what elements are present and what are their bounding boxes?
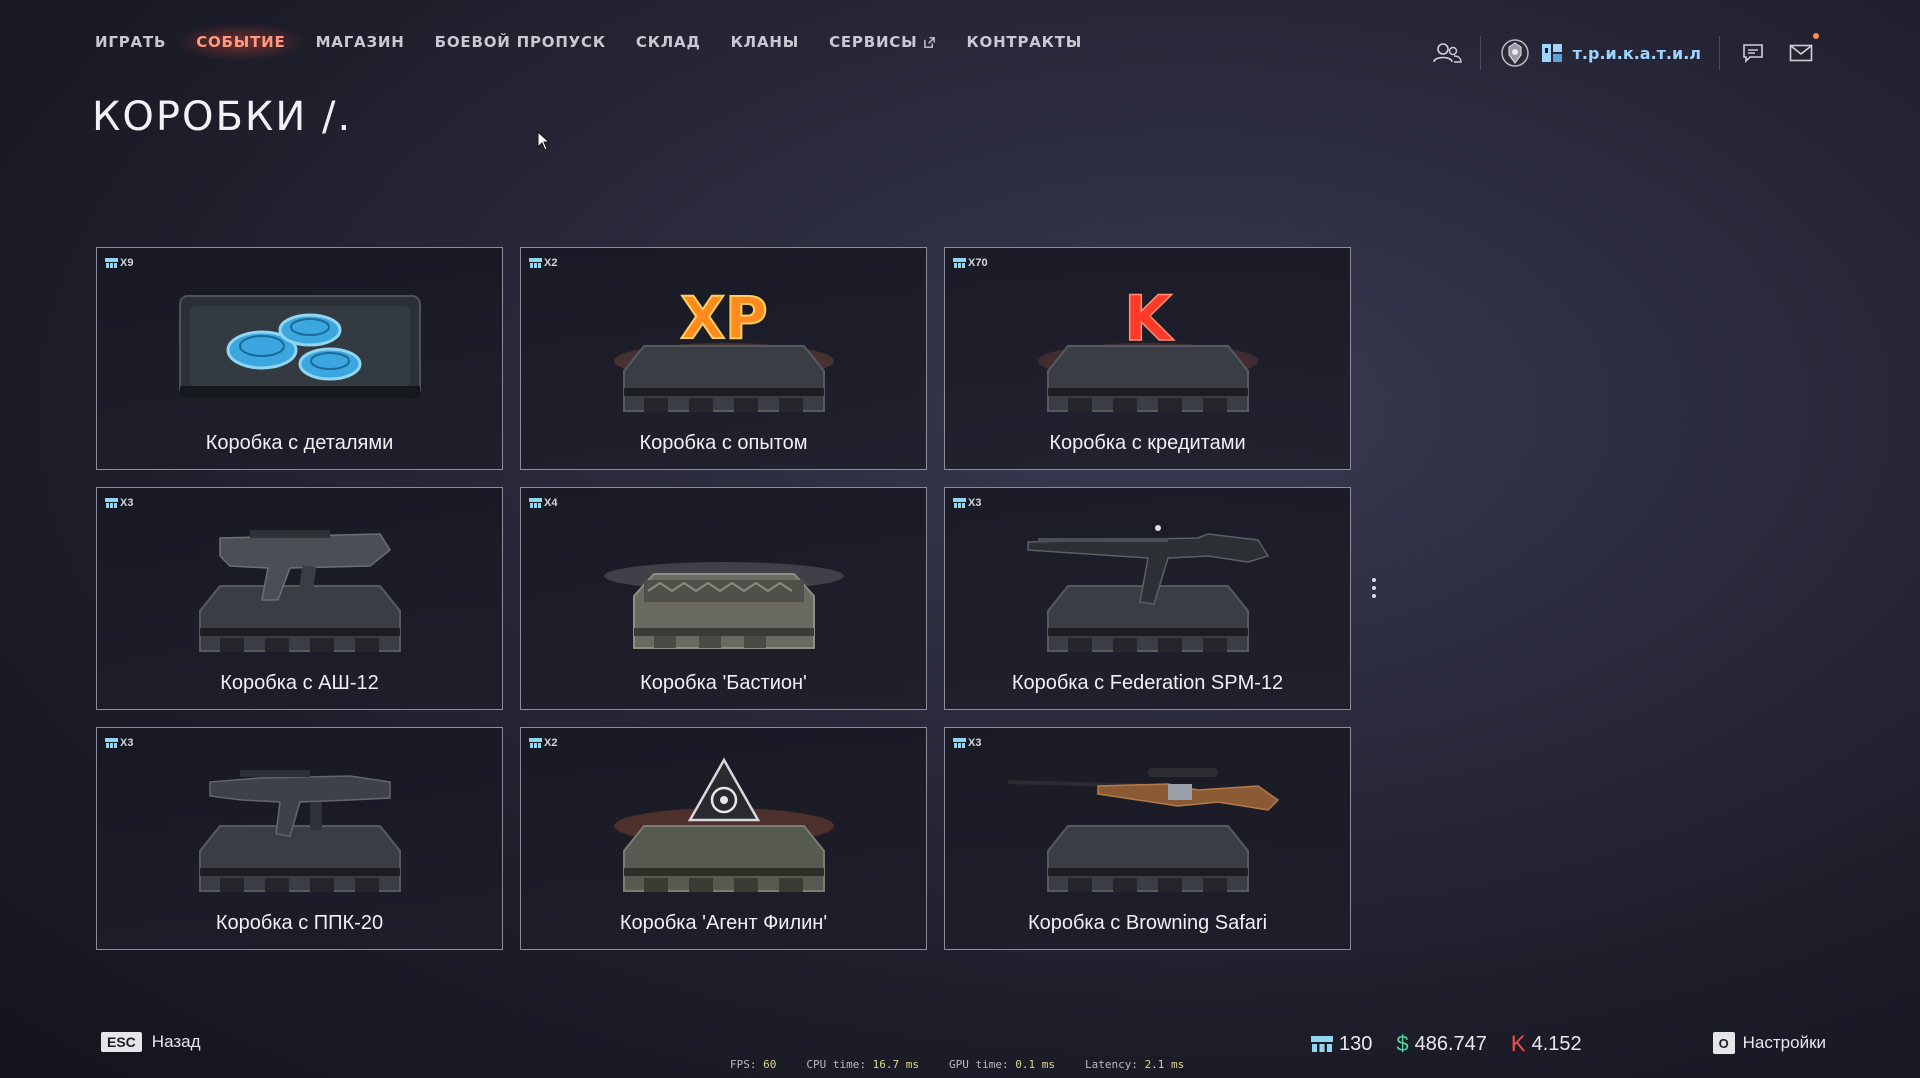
chat-button[interactable]: [1738, 38, 1768, 68]
credits-icon: K: [1510, 1031, 1526, 1056]
crate-card-credits[interactable]: X70 K Коробка с кредитами: [944, 247, 1351, 470]
rifle-crate-icon: [198, 530, 401, 652]
crate-small-icon: [105, 498, 118, 508]
crate-count: X3: [105, 497, 133, 509]
svg-text:K: K: [1123, 282, 1173, 355]
crate-count: X4: [529, 497, 557, 509]
crate-small-icon: [105, 258, 118, 268]
profile-button[interactable]: т.р.и.к.а.т.и.л: [1499, 37, 1701, 69]
mail-button[interactable]: [1786, 33, 1819, 68]
crate-count: X3: [953, 497, 981, 509]
crate-label: Коробка с опытом: [639, 432, 808, 454]
performance-overlay: FPS: 60 CPU time: 16.7 ms GPU time: 0.1 …: [730, 1058, 1184, 1071]
notification-dot: [1813, 33, 1819, 39]
settings-key-hint: O: [1712, 1032, 1735, 1054]
crate-label: Коробка с ППК-20: [215, 912, 384, 934]
crate-count: X2: [529, 257, 557, 269]
credits-currency: K 4.152: [1510, 1031, 1582, 1056]
top-nav: ИГРАТЬ СОБЫТИЕ МАГАЗИН БОЕВОЙ ПРОПУСК СК…: [95, 23, 1082, 61]
nav-services-label: СЕРВИСЫ: [829, 33, 918, 51]
chat-icon: [1743, 44, 1763, 63]
crate-card-spm12[interactable]: X3 Коробка с Federation SPM-12: [944, 487, 1351, 710]
crate-small-icon: [529, 498, 542, 508]
friends-button[interactable]: [1432, 38, 1462, 68]
crate-label: Коробка с Federation SPM-12: [1011, 672, 1284, 694]
crate-label: Коробка с деталями: [205, 432, 394, 454]
nav-shop[interactable]: МАГАЗИН: [316, 33, 405, 51]
nav-services[interactable]: СЕРВИСЫ: [829, 33, 936, 51]
crate-small-icon: [953, 738, 966, 748]
currency-bar: 130 $ 486.747 K 4.152: [1311, 1031, 1582, 1057]
crate-card-parts[interactable]: X9 Коробка с деталями: [96, 247, 503, 470]
bastion-crate-icon: [603, 562, 844, 649]
credits-crate-icon: K: [1037, 281, 1258, 412]
crate-card-browning[interactable]: X3 Коробка с Browning Safari: [944, 727, 1351, 950]
nav-warehouse[interactable]: СКЛАД: [636, 33, 701, 51]
mail-icon: [1789, 44, 1813, 62]
crate-count: X70: [953, 257, 988, 269]
money-icon: $: [1396, 1031, 1409, 1056]
smg-crate-icon: [198, 770, 401, 892]
page-title: КОРОБКИ /.: [92, 94, 353, 140]
crate-card-bastion[interactable]: X4 Коробка 'Бастион': [520, 487, 927, 710]
divider: [1479, 36, 1481, 70]
crate-grid: X9 Коробка с деталями X2 XP Коробка с оп…: [96, 247, 1351, 950]
crate-small-icon: [105, 738, 118, 748]
clan-icon: [1541, 44, 1562, 62]
crate-card-ppk20[interactable]: X3 Коробка с ППК-20: [96, 727, 503, 950]
settings-button[interactable]: O Настройки: [1712, 1032, 1826, 1054]
crate-small-icon: [529, 258, 542, 268]
shotgun-crate-icon: [1026, 525, 1269, 652]
cpu-time-readout: CPU time: 16.7 ms: [806, 1058, 919, 1071]
friends-icon: [1432, 43, 1462, 63]
divider: [1719, 36, 1720, 70]
sniper-crate-icon: [1007, 768, 1279, 892]
crate-label: Коробка с кредитами: [1049, 432, 1246, 454]
nav-event[interactable]: СОБЫТИЕ: [176, 23, 307, 61]
external-link-icon: [924, 36, 936, 48]
crate-count: X9: [105, 257, 133, 269]
back-button[interactable]: ESC Назад: [101, 1032, 201, 1052]
crate-currency: 130: [1311, 1033, 1372, 1056]
rank-badge-icon: [1500, 39, 1529, 67]
agent-crate-icon: [613, 757, 834, 892]
player-nickname: т.р.и.к.а.т.и.л: [1572, 43, 1701, 63]
mouse-cursor-icon: [537, 131, 551, 151]
crate-count: X3: [105, 737, 133, 749]
scrollbar[interactable]: [1372, 578, 1376, 598]
gpu-time-readout: GPU time: 0.1 ms: [948, 1058, 1055, 1071]
crate-count: X3: [953, 737, 981, 749]
crate-card-ash12[interactable]: X3 Коробка с АШ-12: [96, 487, 503, 710]
crate-card-xp[interactable]: X2 XP Коробка с опытом: [520, 247, 927, 470]
back-label: Назад: [151, 1032, 201, 1051]
nav-contracts[interactable]: КОНТРАКТЫ: [966, 33, 1082, 51]
crate-label: Коробка с АШ-12: [220, 672, 379, 694]
crate-currency-icon: [1311, 1036, 1333, 1052]
crate-small-icon: [529, 738, 542, 748]
svg-text:XP: XP: [680, 284, 767, 352]
nav-battle-pass[interactable]: БОЕВОЙ ПРОПУСК: [435, 33, 606, 51]
xp-crate-icon: XP: [613, 283, 834, 412]
esc-key-hint: ESC: [101, 1032, 142, 1052]
top-right-bar: т.р.и.к.а.т.и.л: [1432, 33, 1819, 70]
crate-small-icon: [953, 258, 966, 268]
crate-label: Коробка 'Агент Филин': [619, 912, 828, 934]
crate-count: X2: [529, 737, 557, 749]
settings-label: Настройки: [1742, 1033, 1826, 1052]
crate-card-agent-filin[interactable]: X2 Коробка 'Агент Филин': [520, 727, 927, 950]
nav-play[interactable]: ИГРАТЬ: [95, 33, 166, 51]
crate-small-icon: [953, 498, 966, 508]
money-currency: $ 486.747: [1396, 1031, 1487, 1056]
latency-readout: Latency: 2.1 ms: [1084, 1058, 1185, 1071]
crate-label: Коробка 'Бастион': [640, 672, 807, 694]
fps-readout: FPS: 60: [730, 1058, 777, 1071]
nav-clans[interactable]: КЛАНЫ: [731, 33, 799, 51]
crate-label: Коробка с Browning Safari: [1027, 912, 1268, 934]
parts-crate-icon: [178, 295, 421, 398]
